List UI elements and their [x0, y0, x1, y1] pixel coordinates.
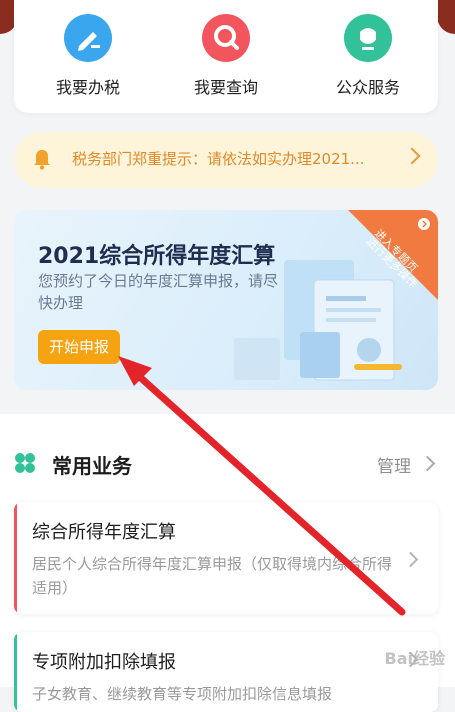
service-description: 子女教育、继续教育等专项附加扣除信息填报 — [32, 685, 333, 703]
service-title: 专项附加扣除填报 — [32, 652, 176, 673]
service-title: 综合所得年度汇算 — [32, 522, 176, 543]
watermark: Bai经验 — [384, 649, 445, 668]
chevron-right-icon — [403, 147, 421, 165]
notice-text: 税务部门郑重提示：请依法如实办理2021... — [72, 150, 365, 168]
section-title: 常用业务 — [52, 454, 132, 478]
start-filing-button[interactable]: 开始申报 — [38, 330, 120, 364]
quick-actions-card: 我要办税 我要查询 公众服务 — [14, 0, 438, 113]
pen-icon — [64, 14, 112, 62]
topic-page-ribbon[interactable]: 进入专题页 进行更多操作 — [328, 210, 438, 320]
banner-subtitle: 您预约了今日的年度汇算申报，请尽快办理 — [38, 272, 279, 312]
banner-title: 2021综合所得年度汇算 — [38, 244, 276, 269]
clover-icon — [15, 453, 35, 473]
notice-bar[interactable]: 税务部门郑重提示：请依法如实办理2021... — [14, 132, 438, 188]
service-description: 居民个人综合所得年度汇算申报（仅取得境内综合所得适用） — [32, 555, 393, 597]
bell-icon — [34, 150, 50, 170]
quick-action-label: 我要办税 — [55, 78, 120, 97]
chevron-right-icon — [419, 455, 436, 472]
service-accent-bar — [14, 502, 17, 614]
quick-action-label: 我要查询 — [193, 78, 258, 97]
quick-action-label: 公众服务 — [335, 78, 400, 97]
quick-action-query[interactable]: 我要查询 — [166, 14, 286, 98]
annual-settlement-banner[interactable]: 2021综合所得年度汇算 您预约了今日的年度汇算申报，请尽快办理 开始申报 进入… — [14, 210, 438, 390]
service-item[interactable]: 专项附加扣除填报 子女教育、继续教育等专项附加扣除信息填报 — [14, 632, 438, 712]
quick-action-public-service[interactable]: 公众服务 — [308, 14, 428, 98]
manage-link[interactable]: 管理 — [377, 452, 411, 477]
leaf-icon — [344, 14, 392, 62]
service-item[interactable]: 综合所得年度汇算 居民个人综合所得年度汇算申报（仅取得境内综合所得适用） — [14, 502, 438, 614]
chevron-right-icon — [402, 551, 419, 568]
search-icon — [202, 14, 250, 62]
service-accent-bar — [14, 632, 17, 712]
quick-action-file-tax[interactable]: 我要办税 — [28, 14, 148, 98]
